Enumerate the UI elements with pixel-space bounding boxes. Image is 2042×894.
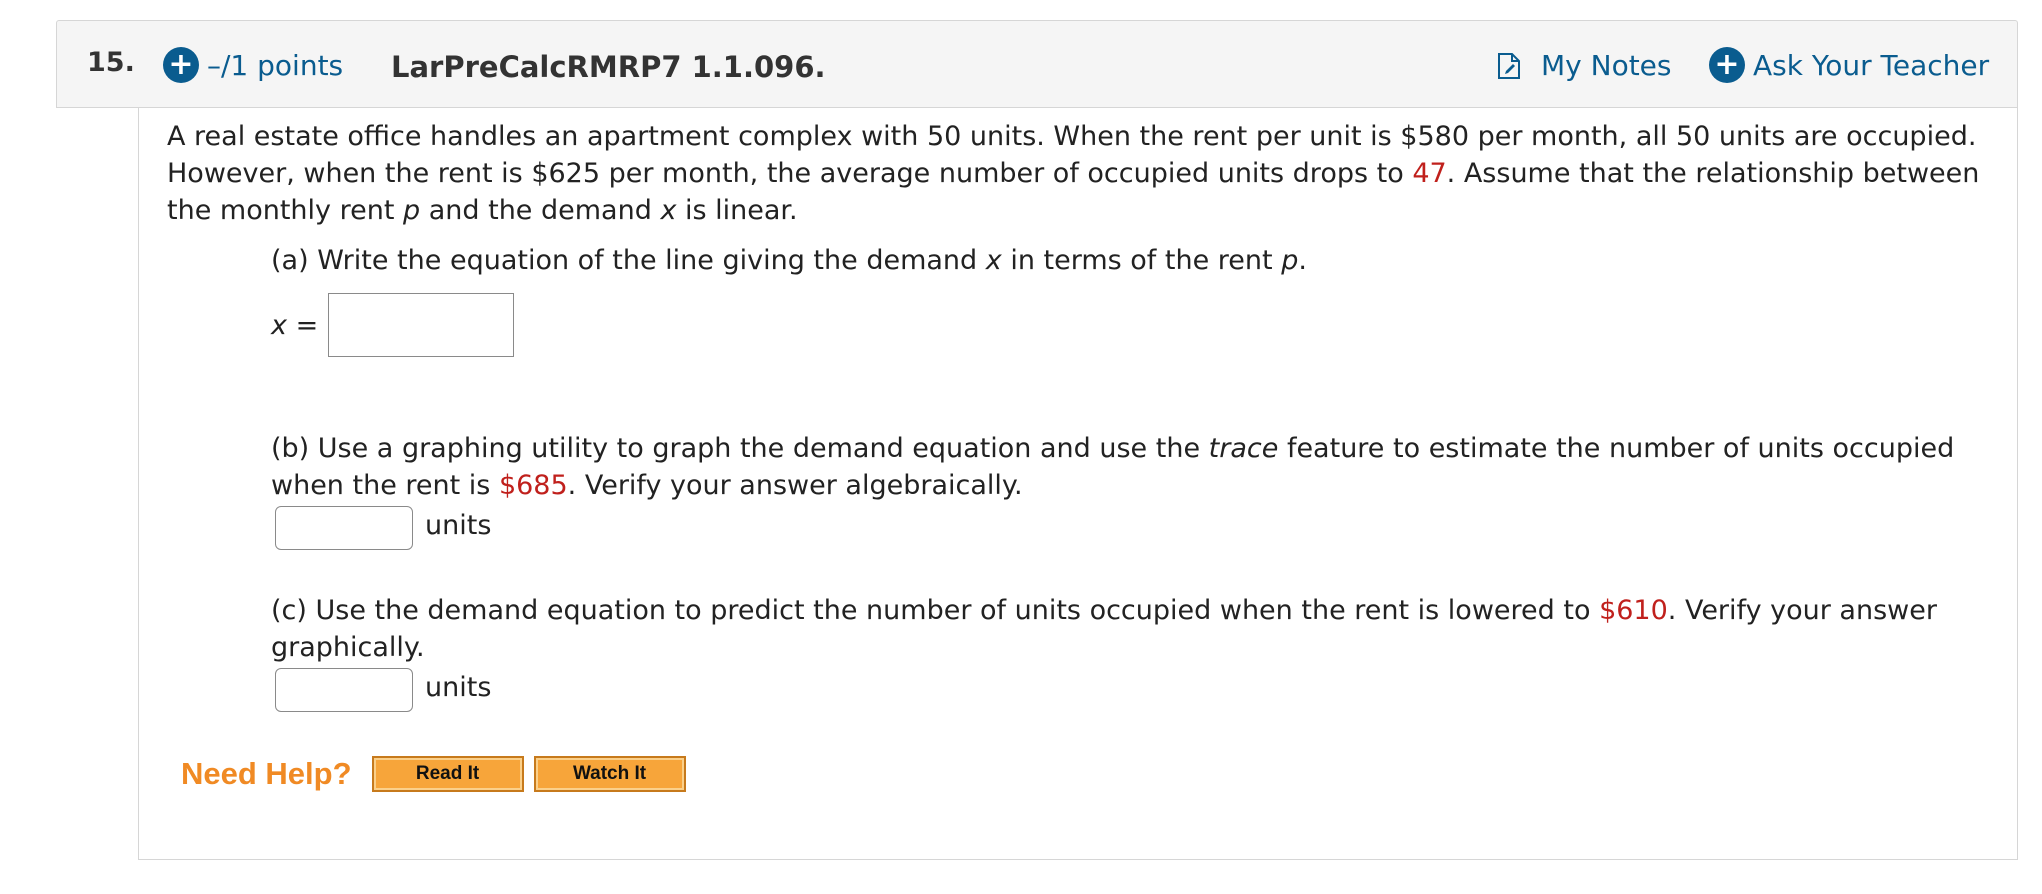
part-a-answer-row: x =: [271, 293, 2031, 357]
variable-x: x: [660, 195, 677, 226]
question-card: 15. + –/1 points LarPreCalcRMRP7 1.1.096…: [56, 20, 2018, 860]
variable-x: x: [271, 309, 287, 341]
highlight-value: $610: [1599, 595, 1668, 626]
my-notes-link[interactable]: My Notes: [1497, 49, 1672, 82]
ask-teacher-link[interactable]: + Ask Your Teacher: [1709, 47, 1989, 83]
prompt-text: (b) Use a graphing utility to graph the …: [271, 433, 1209, 464]
points-toggle[interactable]: + –/1 points: [163, 47, 343, 83]
points-label: –/1 points: [207, 48, 344, 82]
need-help-section: Need Help? Read It Watch It: [181, 756, 696, 792]
units-answer-input[interactable]: [275, 506, 413, 550]
part-b: (b) Use a graphing utility to graph the …: [271, 430, 2031, 550]
ask-teacher-label[interactable]: Ask Your Teacher: [1753, 49, 1989, 82]
prompt-text: . Verify your answer algebraically.: [567, 470, 1023, 501]
assignment-id: LarPreCalcRMRP7 1.1.096.: [391, 50, 826, 84]
need-help-label: Need Help?: [181, 756, 352, 791]
read-it-button[interactable]: Read It: [371, 756, 524, 792]
highlight-value: 47: [1412, 158, 1447, 189]
problem-text: and the demand: [420, 195, 661, 226]
units-label: units: [425, 509, 492, 541]
prompt-text: (c) Use the demand equation to predict t…: [271, 595, 1600, 626]
plus-circle-icon[interactable]: +: [163, 47, 199, 83]
variable-x: x: [985, 245, 1002, 276]
prompt-text: .: [1298, 245, 1307, 276]
part-a-prompt: (a) Write the equation of the line givin…: [271, 242, 2031, 279]
question-header: 15. + –/1 points LarPreCalcRMRP7 1.1.096…: [56, 20, 2018, 108]
units-answer-input[interactable]: [275, 668, 413, 712]
question-number: 15.: [87, 47, 135, 78]
plus-circle-icon[interactable]: +: [1709, 47, 1745, 83]
variable-p: p: [1281, 245, 1299, 276]
question-body: A real estate office handles an apartmen…: [138, 108, 2018, 860]
my-notes-label[interactable]: My Notes: [1541, 49, 1672, 82]
variable-p: p: [403, 195, 421, 226]
equation-answer-input[interactable]: [328, 293, 515, 357]
watch-it-button[interactable]: Watch It: [533, 756, 686, 792]
highlight-value: $685: [498, 470, 568, 501]
prompt-text: in terms of the rent: [1001, 245, 1282, 276]
problem-text: is linear.: [676, 195, 798, 226]
part-c-prompt: (c) Use the demand equation to predict t…: [271, 592, 2031, 666]
part-b-answer-row: units: [271, 506, 2031, 550]
equals-sign: =: [286, 309, 319, 341]
trace-term: trace: [1208, 433, 1279, 464]
document-icon: [1498, 52, 1520, 79]
part-c-answer-row: units: [271, 668, 2031, 712]
answer-label: x =: [271, 307, 318, 344]
part-a: (a) Write the equation of the line givin…: [271, 242, 2031, 357]
prompt-text: (a) Write the equation of the line givin…: [271, 245, 986, 276]
part-b-prompt: (b) Use a graphing utility to graph the …: [271, 430, 2031, 504]
part-c: (c) Use the demand equation to predict t…: [271, 592, 2031, 712]
units-label: units: [425, 671, 492, 703]
problem-statement: A real estate office handles an apartmen…: [167, 118, 2027, 229]
